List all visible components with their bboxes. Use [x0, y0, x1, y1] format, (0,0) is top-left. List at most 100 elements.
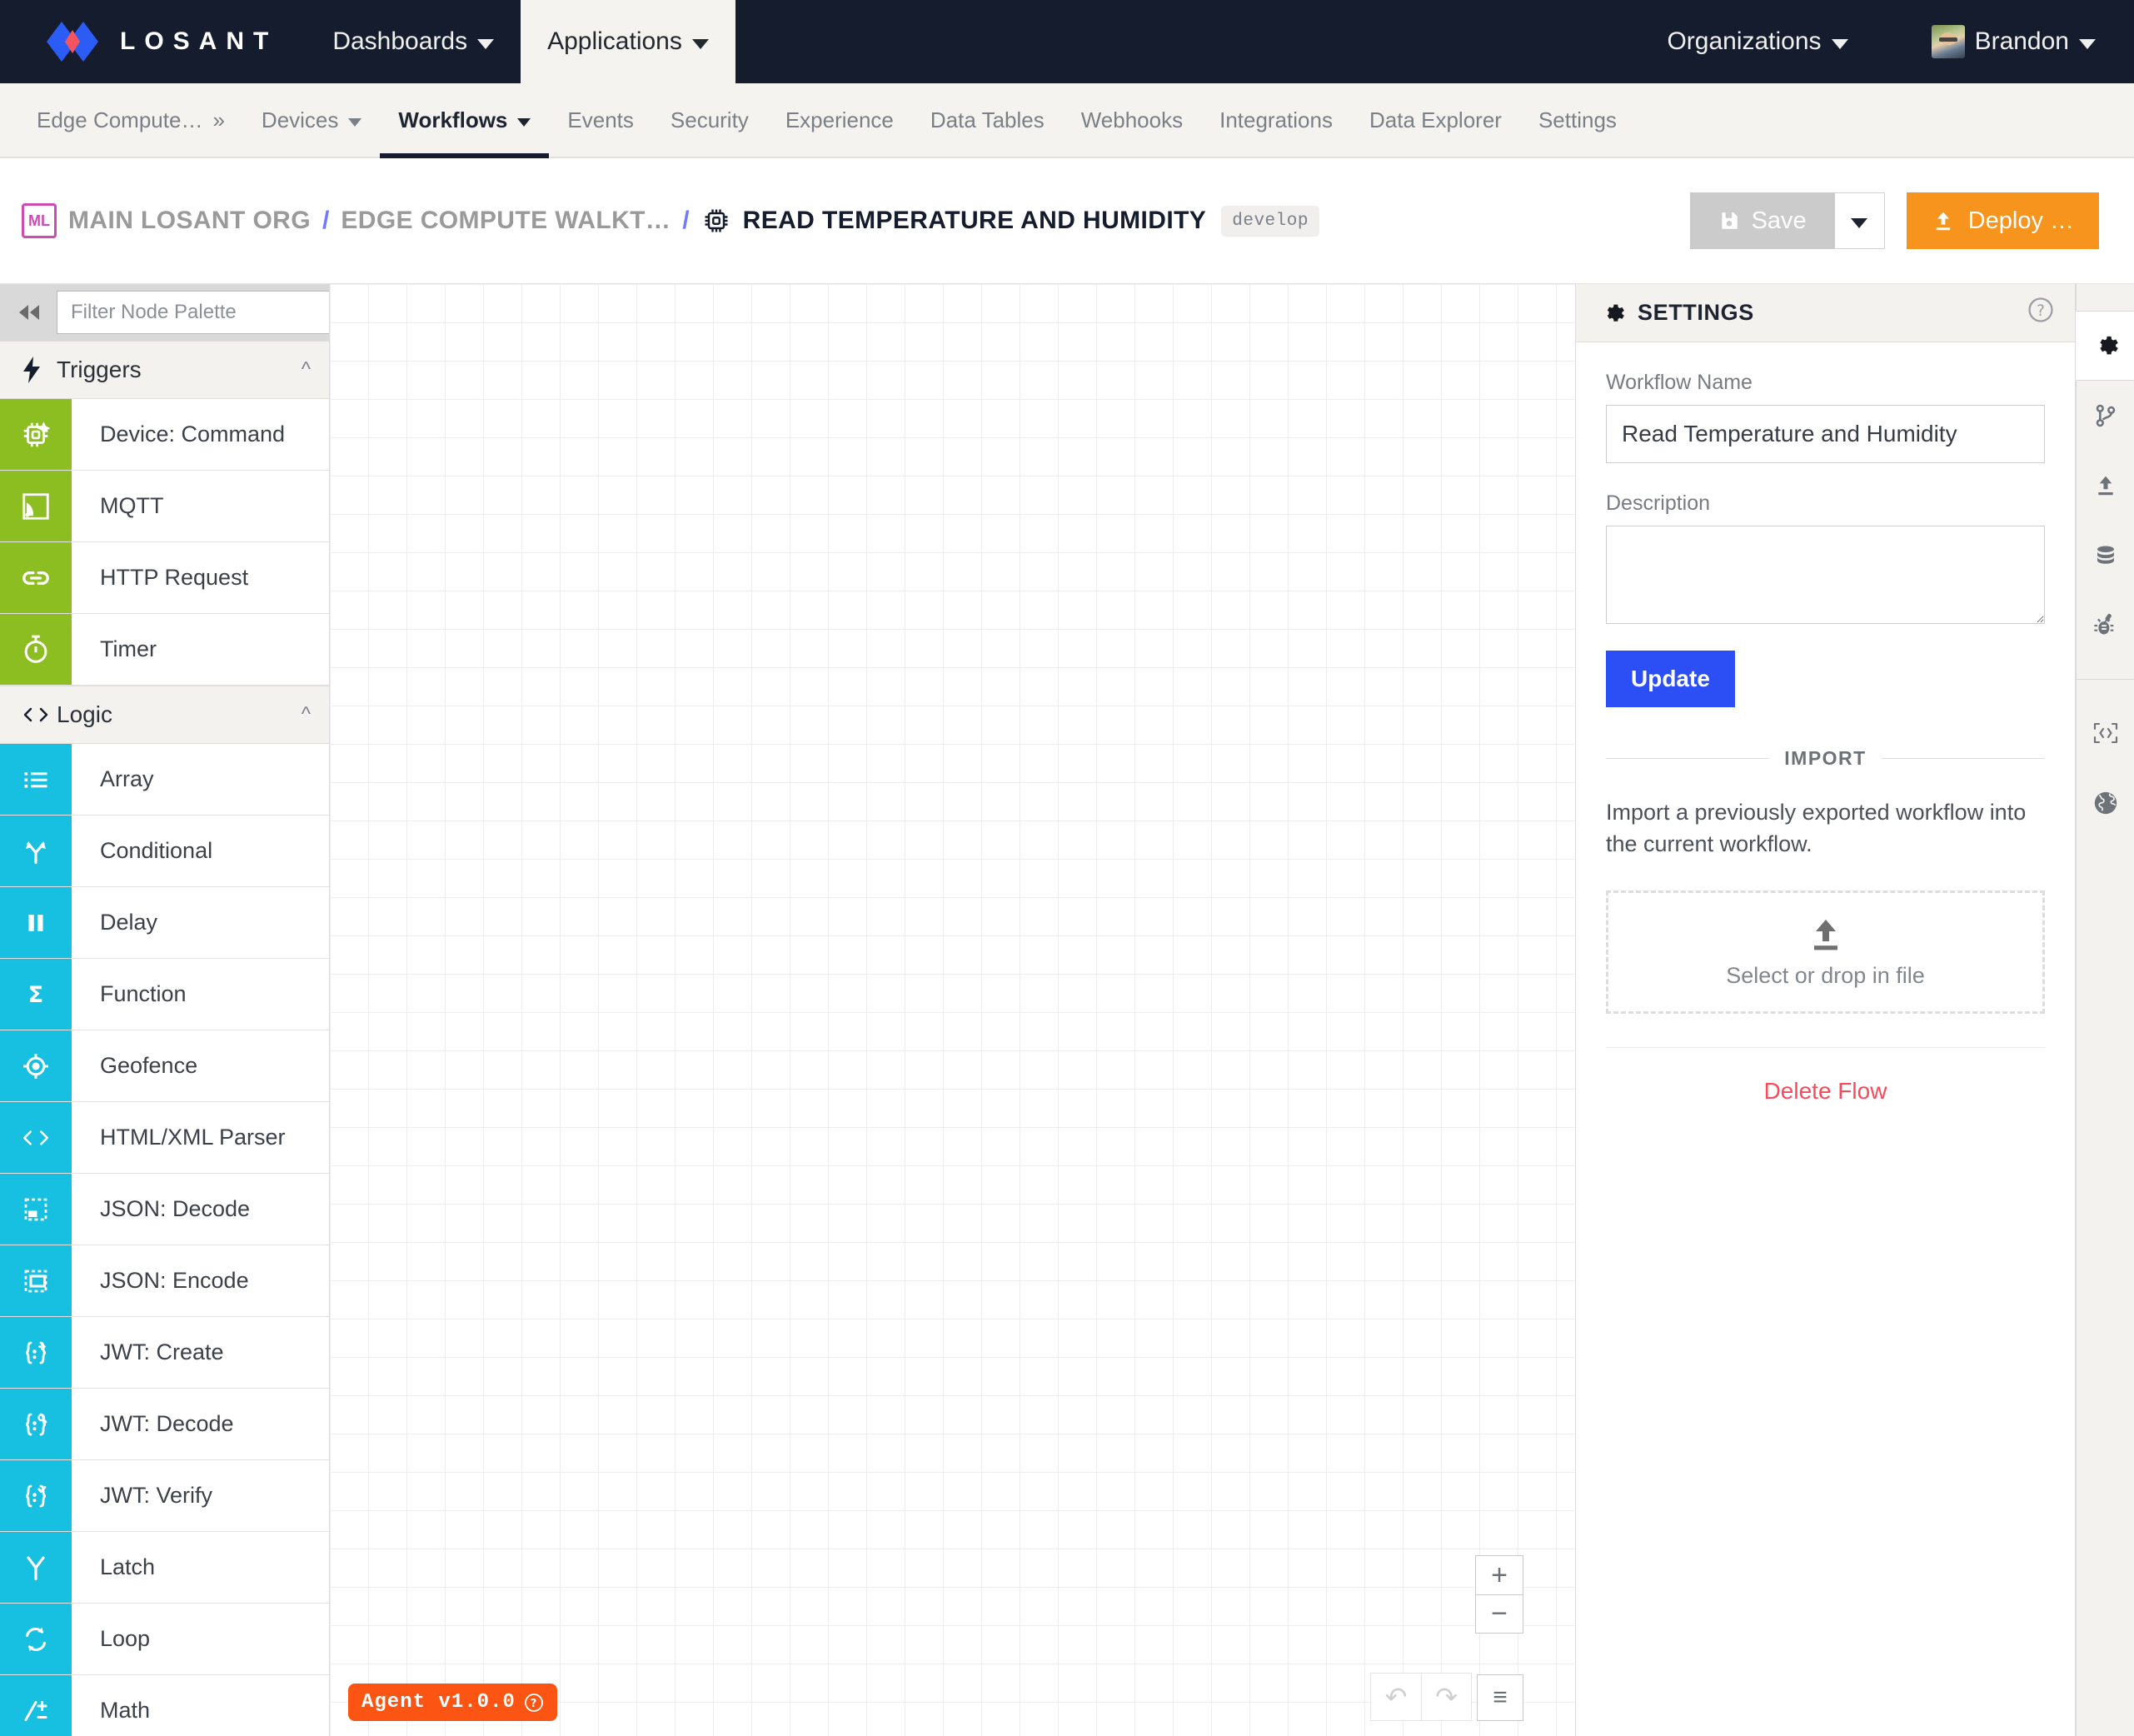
topnav-dashboards[interactable]: Dashboards	[306, 0, 521, 83]
gear-icon	[1607, 304, 1624, 322]
subnav-item-workflows[interactable]: Workflows	[380, 83, 550, 158]
palette-item-geofence[interactable]: Geofence	[0, 1030, 329, 1102]
zoom-out-button[interactable]: −	[1476, 1594, 1523, 1633]
palette-header	[0, 284, 329, 341]
palette-item-latch[interactable]: Latch	[0, 1532, 329, 1604]
breadcrumb-separator: /	[322, 207, 330, 234]
palette-item-jwt-decode[interactable]: JWT: Decode	[0, 1389, 329, 1460]
palette-item-timer[interactable]: Timer	[0, 614, 329, 686]
palette-item-math[interactable]: Math	[0, 1675, 329, 1736]
palette-item-device-command[interactable]: Device: Command	[0, 399, 329, 471]
palette-item-function[interactable]: Σ Function	[0, 959, 329, 1030]
palette-group-label: Triggers	[57, 357, 142, 382]
pause-icon	[0, 887, 72, 958]
palette-item-mqtt[interactable]: MQTT	[0, 471, 329, 542]
subnav-item-security[interactable]: Security	[652, 83, 767, 157]
description-textarea[interactable]	[1606, 526, 2045, 624]
rail-versions-button[interactable]	[2077, 381, 2134, 451]
delete-flow-link[interactable]: Delete Flow	[1606, 1078, 2045, 1105]
palette-item-label: Array	[100, 766, 154, 791]
subnav-item-webhooks[interactable]: Webhooks	[1063, 83, 1201, 157]
svg-text:?: ?	[531, 1698, 538, 1710]
subnav-item-settings[interactable]: Settings	[1520, 83, 1635, 157]
save-options-button[interactable]	[1834, 192, 1885, 249]
chevron-up-icon: ^	[301, 703, 311, 726]
topnav-dashboards-label: Dashboards	[332, 27, 468, 55]
rail-deploy-button[interactable]	[2077, 451, 2134, 521]
rail-debug-button[interactable]	[2077, 591, 2134, 661]
palette-item-conditional[interactable]: Conditional	[0, 816, 329, 887]
topnav-applications[interactable]: Applications	[521, 0, 735, 83]
subnav-item-edge-compute[interactable]: Edge Compute… »	[18, 83, 243, 157]
link-icon	[0, 542, 72, 613]
breadcrumb-org[interactable]: MAIN LOSANT ORG	[68, 207, 311, 235]
subnav-item-label: Workflows	[398, 107, 508, 132]
palette-item-jwt-create[interactable]: JWT: Create	[0, 1317, 329, 1389]
palette-item-label: JWT: Verify	[100, 1483, 213, 1508]
subnav-item-events[interactable]: Events	[549, 83, 652, 157]
sigma-icon: Σ	[0, 959, 72, 1030]
zoom-controls: + −	[1475, 1555, 1523, 1634]
palette-item-label: MQTT	[100, 493, 164, 518]
settings-panel: SETTINGS ? Workflow Name Description Upd…	[1576, 284, 2076, 1736]
settings-panel-body: Workflow Name Description Update IMPORT …	[1576, 342, 2075, 1105]
subnav-item-data-tables[interactable]: Data Tables	[912, 83, 1063, 157]
workflow-name-input[interactable]	[1606, 405, 2045, 463]
filter-node-palette-input[interactable]	[57, 291, 329, 334]
collapse-palette-button[interactable]	[15, 284, 43, 341]
chevron-down-icon	[477, 39, 495, 49]
palette-item-label: JSON: Encode	[100, 1268, 249, 1293]
rail-code-view-button[interactable]	[2077, 698, 2134, 768]
help-circle-icon[interactable]: ?	[2027, 296, 2055, 331]
org-badge: ML	[22, 203, 57, 238]
palette-item-http-request[interactable]: HTTP Request	[0, 542, 329, 614]
save-button[interactable]: Save	[1689, 192, 1835, 249]
brand-wordmark: LOSANT	[120, 27, 278, 55]
import-description: Import a previously exported workflow in…	[1606, 800, 2027, 857]
palette-item-html-xml-parser[interactable]: HTML/XML Parser	[0, 1102, 329, 1174]
palette-item-array[interactable]: Array	[0, 744, 329, 816]
upload-icon	[1936, 212, 1950, 231]
topnav-user-menu[interactable]: Brandon	[1905, 25, 2096, 58]
deploy-button[interactable]: Deploy …	[1906, 192, 2099, 249]
breadcrumb-application[interactable]: EDGE COMPUTE WALKT…	[341, 207, 671, 235]
subnav-item-label: Devices	[261, 107, 339, 132]
palette-group-triggers[interactable]: Triggers ^	[0, 341, 329, 399]
subnav-item-data-explorer[interactable]: Data Explorer	[1351, 83, 1520, 157]
palette-group-label: Logic	[57, 701, 112, 727]
rail-storage-button[interactable]	[2077, 521, 2134, 591]
losant-brand[interactable]: LOSANT	[0, 0, 306, 83]
palette-group-logic[interactable]: Logic ^	[0, 686, 329, 744]
agent-version-badge[interactable]: Agent v1.0.0 ?	[348, 1684, 557, 1721]
palette-item-label: Geofence	[100, 1053, 198, 1078]
palette-item-delay[interactable]: Delay	[0, 887, 329, 959]
palette-item-label: JWT: Create	[100, 1339, 224, 1364]
application-navigation-bar: Edge Compute… » Devices Workflows Events…	[0, 83, 2134, 158]
redo-button[interactable]: ↷	[1421, 1674, 1471, 1720]
subnav-item-label: Webhooks	[1080, 107, 1184, 132]
subnav-item-experience[interactable]: Experience	[767, 83, 912, 157]
palette-item-label: JWT: Decode	[100, 1411, 234, 1436]
topnav-organizations[interactable]: Organizations	[1640, 27, 1874, 56]
losant-workflow-editor: LOSANT Dashboards Applications Organizat…	[0, 0, 2134, 1736]
palette-item-loop[interactable]: Loop	[0, 1604, 329, 1675]
subnav-item-label: Security	[670, 107, 749, 132]
subnav-item-label: Experience	[785, 107, 894, 132]
workflow-canvas[interactable]: Agent v1.0.0 ? + − ↶ ↷ ≡	[330, 284, 1576, 1736]
palette-item-json-encode[interactable]: JSON: Encode	[0, 1245, 329, 1317]
rail-divider	[2077, 679, 2134, 680]
jwt-create-icon	[0, 1317, 72, 1388]
palette-item-jwt-verify[interactable]: JWT: Verify	[0, 1460, 329, 1532]
rail-globe-button[interactable]	[2077, 768, 2134, 838]
subnav-item-devices[interactable]: Devices	[243, 83, 380, 157]
palette-item-json-decode[interactable]: JSON: Decode	[0, 1174, 329, 1245]
import-dropzone[interactable]: Select or drop in file	[1606, 890, 2045, 1014]
canvas-menu-button[interactable]: ≡	[1477, 1674, 1523, 1721]
subnav-item-integrations[interactable]: Integrations	[1201, 83, 1351, 157]
zoom-in-button[interactable]: +	[1476, 1556, 1523, 1594]
code-brackets-icon	[0, 1102, 72, 1173]
rail-settings-button[interactable]	[2076, 311, 2134, 381]
undo-button[interactable]: ↶	[1371, 1674, 1421, 1720]
svg-text:Σ: Σ	[28, 982, 43, 1008]
update-button[interactable]: Update	[1606, 651, 1735, 707]
